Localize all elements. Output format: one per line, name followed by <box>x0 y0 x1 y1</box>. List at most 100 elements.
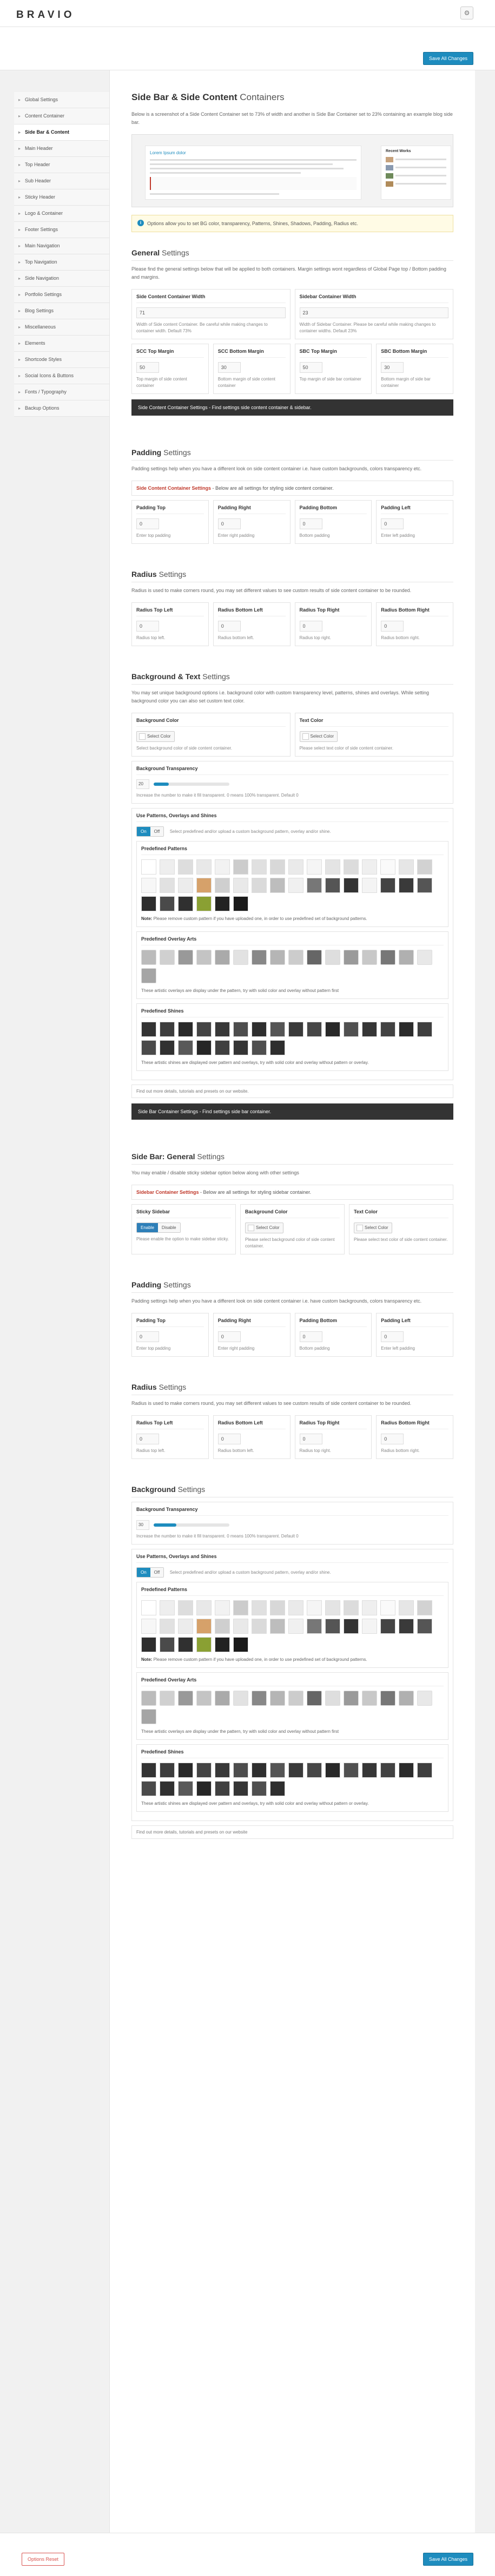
overlay-swatch[interactable] <box>288 1691 303 1706</box>
pattern-swatch[interactable] <box>215 1637 230 1652</box>
shine-swatch[interactable] <box>270 1781 285 1796</box>
pattern-swatch[interactable] <box>196 859 212 875</box>
pattern-swatch[interactable] <box>215 859 230 875</box>
overlay-swatch[interactable] <box>325 950 340 965</box>
pattern-swatch[interactable] <box>399 1600 414 1615</box>
shine-swatch[interactable] <box>399 1763 414 1778</box>
shine-swatch[interactable] <box>252 1040 267 1055</box>
pattern-swatch[interactable] <box>380 878 395 893</box>
pattern-swatch[interactable] <box>178 1637 193 1652</box>
padding-input[interactable] <box>381 518 404 529</box>
shine-swatch[interactable] <box>196 1022 212 1037</box>
pattern-swatch[interactable] <box>307 1619 322 1634</box>
sidebar-item[interactable]: Elements <box>14 336 109 352</box>
pattern-swatch[interactable] <box>325 859 340 875</box>
pattern-swatch[interactable] <box>233 1619 248 1634</box>
padding-input[interactable] <box>217 518 241 529</box>
pattern-swatch[interactable] <box>252 859 267 875</box>
padding-input[interactable] <box>299 518 322 529</box>
pattern-swatch[interactable] <box>160 859 175 875</box>
padding-input[interactable] <box>136 518 159 529</box>
pattern-swatch[interactable] <box>325 1600 340 1615</box>
sidebar-item[interactable]: Social Icons & Buttons <box>14 368 109 384</box>
shine-swatch[interactable] <box>160 1040 175 1055</box>
pattern-swatch[interactable] <box>417 1619 432 1634</box>
sidebar-item[interactable]: Footer Settings <box>14 222 109 238</box>
pattern-swatch[interactable] <box>270 878 285 893</box>
shine-swatch[interactable] <box>307 1022 322 1037</box>
pattern-swatch[interactable] <box>288 1600 303 1615</box>
sidebar-item[interactable]: Portfolio Settings <box>14 287 109 303</box>
sidebar-radius-input[interactable] <box>299 1434 322 1444</box>
pattern-swatch[interactable] <box>160 896 175 911</box>
options-reset-button[interactable]: Options Reset <box>22 2553 65 2566</box>
pattern-swatch[interactable] <box>196 1619 212 1634</box>
sidebar-item[interactable]: Top Navigation <box>14 254 109 271</box>
overlay-swatch[interactable] <box>380 1691 395 1706</box>
sidebar-item[interactable]: Side Navigation <box>14 271 109 287</box>
overlay-swatch[interactable] <box>141 1709 156 1724</box>
overlay-swatch[interactable] <box>307 950 322 965</box>
sidebar-padding-input[interactable] <box>381 1331 404 1342</box>
pattern-swatch[interactable] <box>196 896 212 911</box>
pattern-swatch[interactable] <box>252 1619 267 1634</box>
pattern-swatch[interactable] <box>344 1600 359 1615</box>
overlay-swatch[interactable] <box>270 950 285 965</box>
pattern-swatch[interactable] <box>215 896 230 911</box>
shine-swatch[interactable] <box>178 1022 193 1037</box>
overlay-swatch[interactable] <box>399 950 414 965</box>
overlay-swatch[interactable] <box>160 1691 175 1706</box>
pattern-swatch[interactable] <box>344 878 359 893</box>
pattern-swatch[interactable] <box>380 859 395 875</box>
overlay-swatch[interactable] <box>215 950 230 965</box>
margin-input[interactable] <box>136 362 159 373</box>
sidebar-item[interactable]: Logo & Container <box>14 206 109 222</box>
width-input[interactable] <box>136 307 286 318</box>
pattern-swatch[interactable] <box>399 878 414 893</box>
overlay-swatch[interactable] <box>288 950 303 965</box>
shine-swatch[interactable] <box>344 1022 359 1037</box>
pattern-swatch[interactable] <box>288 1619 303 1634</box>
overlay-swatch[interactable] <box>325 1691 340 1706</box>
shine-swatch[interactable] <box>215 1763 230 1778</box>
shine-swatch[interactable] <box>233 1781 248 1796</box>
shine-swatch[interactable] <box>141 1022 156 1037</box>
shine-swatch[interactable] <box>178 1781 193 1796</box>
shine-swatch[interactable] <box>233 1763 248 1778</box>
shine-swatch[interactable] <box>325 1763 340 1778</box>
shine-swatch[interactable] <box>196 1781 212 1796</box>
radius-input[interactable] <box>136 621 159 632</box>
margin-input[interactable] <box>381 362 404 373</box>
pattern-swatch[interactable] <box>344 1619 359 1634</box>
shine-swatch[interactable] <box>178 1040 193 1055</box>
pattern-swatch[interactable] <box>141 1637 156 1652</box>
pattern-swatch[interactable] <box>399 859 414 875</box>
pattern-swatch[interactable] <box>270 1600 285 1615</box>
overlay-swatch[interactable] <box>233 1691 248 1706</box>
sidebar-item[interactable]: Main Header <box>14 141 109 157</box>
shine-swatch[interactable] <box>215 1040 230 1055</box>
sidebar-item[interactable]: Miscellaneous <box>14 319 109 336</box>
overlay-swatch[interactable] <box>307 1691 322 1706</box>
sidebar-item[interactable]: Sticky Header <box>14 189 109 206</box>
shine-swatch[interactable] <box>252 1763 267 1778</box>
sidebar-bg-color-button[interactable]: Select Color <box>245 1223 283 1233</box>
pattern-swatch[interactable] <box>288 878 303 893</box>
sidebar-radius-input[interactable] <box>217 1434 241 1444</box>
pattern-swatch[interactable] <box>233 896 248 911</box>
sidebar-padding-input[interactable] <box>217 1331 241 1342</box>
overlay-swatch[interactable] <box>196 950 212 965</box>
sidebar-patterns-toggle[interactable]: On Off <box>136 1567 164 1578</box>
overlay-swatch[interactable] <box>270 1691 285 1706</box>
pattern-swatch[interactable] <box>233 878 248 893</box>
pattern-swatch[interactable] <box>215 1600 230 1615</box>
shine-swatch[interactable] <box>160 1781 175 1796</box>
shine-swatch[interactable] <box>417 1763 432 1778</box>
sidebar-item[interactable]: Fonts / Typography <box>14 384 109 400</box>
pattern-swatch[interactable] <box>325 878 340 893</box>
margin-input[interactable] <box>299 362 322 373</box>
pattern-swatch[interactable] <box>325 1619 340 1634</box>
overlay-swatch[interactable] <box>252 950 267 965</box>
shine-swatch[interactable] <box>344 1763 359 1778</box>
shine-swatch[interactable] <box>252 1022 267 1037</box>
